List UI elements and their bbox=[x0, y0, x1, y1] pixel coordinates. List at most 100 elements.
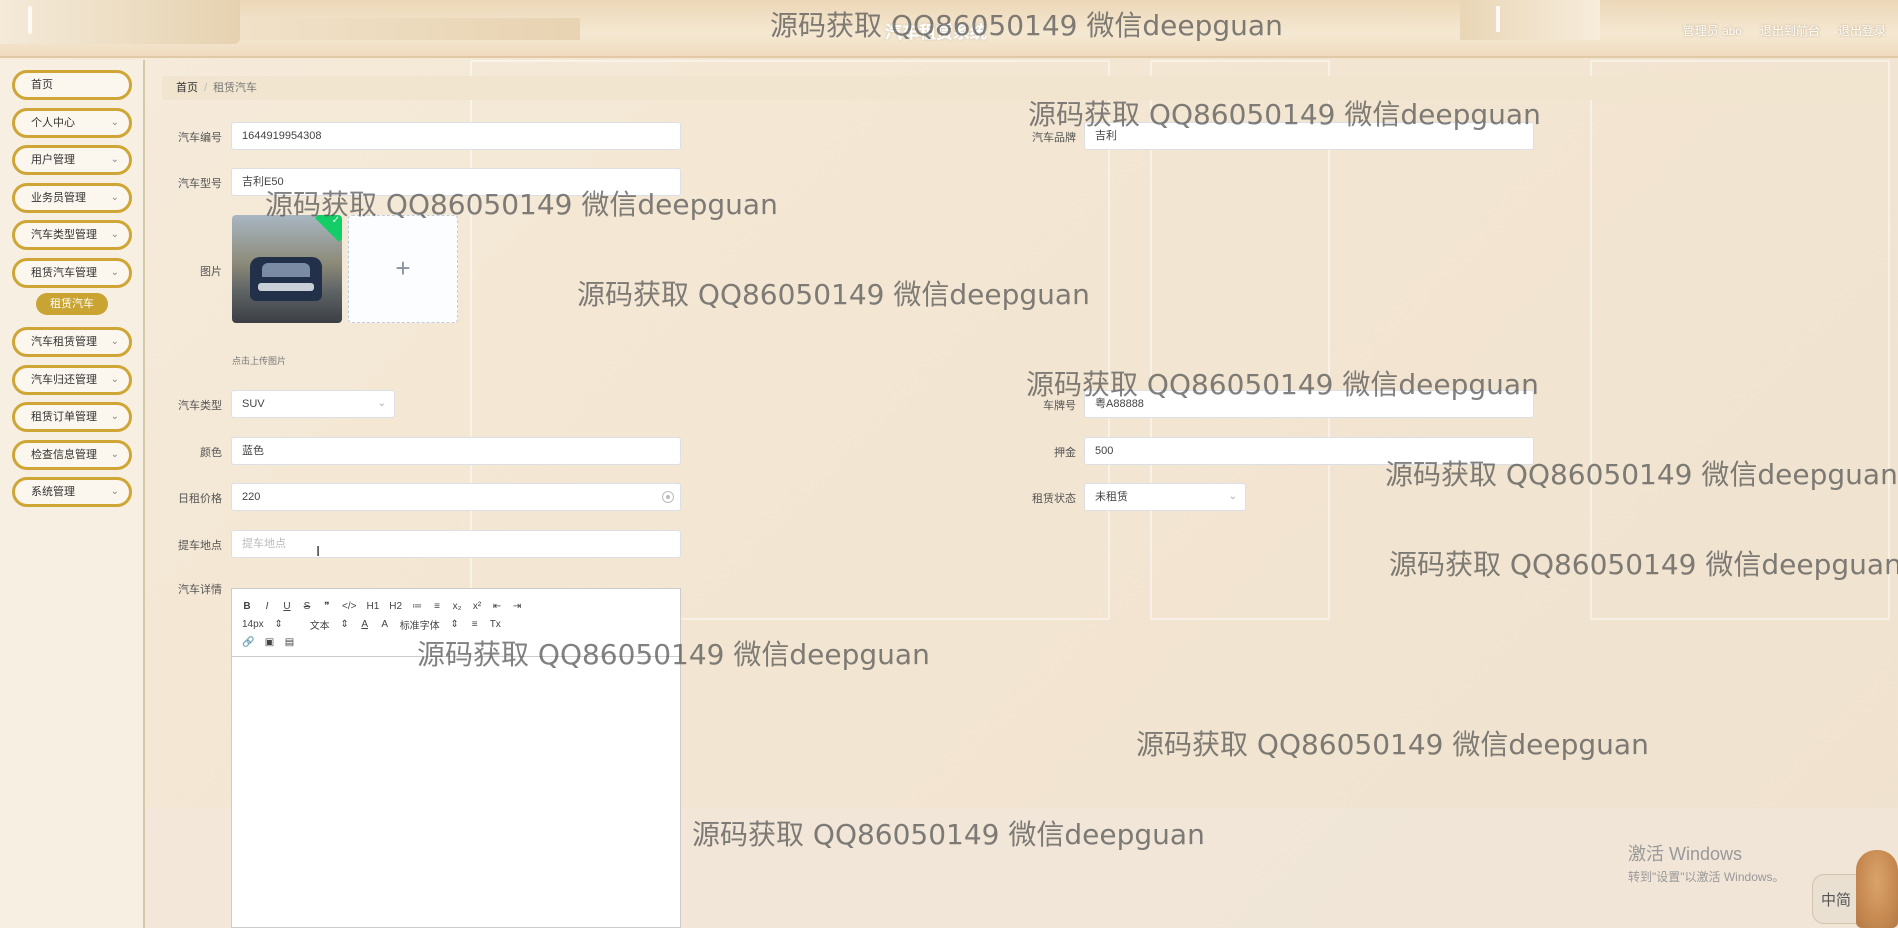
header-decoration bbox=[0, 0, 240, 44]
chevron-down-icon: ⌄ bbox=[110, 229, 119, 240]
car-photo[interactable]: ✓ bbox=[232, 215, 342, 323]
type-select-value: SUV bbox=[242, 398, 265, 410]
sidebar-item-salesman-management[interactable]: 业务员管理 ⌄ bbox=[12, 183, 132, 213]
sidebar-item-personal-center[interactable]: 个人中心 ⌄ bbox=[12, 108, 132, 138]
rent-status-value: 未租赁 bbox=[1095, 491, 1128, 503]
rent-status-label: 租赁状态 bbox=[1032, 493, 1076, 505]
chevron-down-icon: ⌄ bbox=[110, 267, 119, 278]
detail-label: 汽车详情 bbox=[178, 584, 222, 596]
windows-activation-title: 激活 Windows bbox=[1628, 844, 1743, 864]
paragraph-select[interactable]: 文本 bbox=[310, 617, 330, 632]
chevron-updown-icon: ⇕ bbox=[274, 618, 283, 630]
pickup-label: 提车地点 bbox=[178, 540, 222, 552]
chevron-down-icon: ⌄ bbox=[110, 486, 119, 497]
editor-toolbar-row: B I U S ❞ </> H1 H2 ≔ ≡ x₂ x² ⇤ ⇥ bbox=[242, 597, 670, 615]
daily-price-label: 日租价格 bbox=[178, 493, 222, 505]
breadcrumb: 首页 / 租赁汽车 bbox=[162, 76, 1888, 100]
sidebar-item-inspection-management[interactable]: 检查信息管理 ⌄ bbox=[12, 440, 132, 470]
pickup-input[interactable]: 提车地点 bbox=[231, 530, 681, 558]
text-cursor-icon: I bbox=[316, 543, 321, 560]
sidebar-item-label: 个人中心 bbox=[31, 117, 75, 129]
back-to-frontend-link[interactable]: 退出到前台 bbox=[1760, 22, 1820, 39]
chevron-down-icon: ⌄ bbox=[110, 449, 119, 460]
upload-hint: 点击上传图片 bbox=[232, 356, 287, 366]
font-size-select[interactable]: 14px bbox=[242, 619, 264, 630]
car-image bbox=[250, 257, 322, 301]
sidebar-item-label: 检查信息管理 bbox=[31, 449, 97, 461]
sidebar-item-order-management[interactable]: 租赁订单管理 ⌄ bbox=[12, 402, 132, 432]
mascot-image bbox=[1856, 850, 1898, 928]
chevron-down-icon: ⌄ bbox=[110, 117, 119, 128]
video-icon[interactable]: ▤ bbox=[284, 637, 294, 648]
font-family-select[interactable]: 标准字体 bbox=[400, 617, 440, 632]
ordered-list-icon[interactable]: ≔ bbox=[412, 601, 422, 612]
chevron-down-icon: ⌄ bbox=[110, 192, 119, 203]
watermark: 源码获取 QQ86050149 微信deepguan bbox=[770, 9, 1283, 42]
watermark: 源码获取 QQ86050149 微信deepguan bbox=[577, 278, 1090, 311]
link-icon[interactable]: 🔗 bbox=[242, 637, 254, 648]
type-select[interactable]: SUV ⌄ bbox=[231, 390, 395, 418]
sidebar-item-car-rental-management[interactable]: 汽车租赁管理 ⌄ bbox=[12, 327, 132, 357]
align-icon[interactable]: ≡ bbox=[470, 619, 480, 630]
windows-activation-hint: 转到"设置"以激活 Windows。 bbox=[1628, 870, 1785, 884]
code-icon[interactable]: </> bbox=[342, 601, 356, 612]
deposit-label: 押金 bbox=[1054, 447, 1076, 459]
clear-format-icon[interactable]: Tx bbox=[490, 619, 501, 630]
sidebar-item-label: 系统管理 bbox=[31, 486, 75, 498]
watermark: 源码获取 QQ86050149 微信deepguan bbox=[1028, 98, 1541, 131]
sidebar-item-label: 汽车租赁管理 bbox=[31, 336, 97, 348]
italic-icon[interactable]: I bbox=[262, 601, 272, 612]
sidebar-item-label: 首页 bbox=[31, 79, 53, 91]
heading2-icon[interactable]: H2 bbox=[389, 601, 402, 612]
sidebar-item-rental-car-management[interactable]: 租赁汽车管理 ⌄ bbox=[12, 258, 132, 288]
sidebar-item-label: 业务员管理 bbox=[31, 192, 86, 204]
sidebar-item-label: 汽车类型管理 bbox=[31, 229, 97, 241]
watermark: 源码获取 QQ86050149 微信deepguan bbox=[1389, 548, 1898, 581]
background-panel bbox=[1590, 60, 1890, 620]
font-color-icon[interactable]: A bbox=[360, 619, 370, 630]
strikethrough-icon[interactable]: S bbox=[302, 601, 312, 612]
bold-icon[interactable]: B bbox=[242, 601, 252, 612]
sidebar-item-home[interactable]: 首页 bbox=[12, 70, 132, 100]
clear-icon[interactable] bbox=[662, 491, 674, 503]
superscript-icon[interactable]: x² bbox=[472, 601, 482, 612]
sidebar-item-car-return-management[interactable]: 汽车归还管理 ⌄ bbox=[12, 365, 132, 395]
chevron-updown-icon: ⇕ bbox=[340, 618, 349, 630]
chevron-down-icon: ⌄ bbox=[110, 411, 119, 422]
blockquote-icon[interactable]: ❞ bbox=[322, 601, 332, 612]
sidebar-item-label: 用户管理 bbox=[31, 154, 75, 166]
admin-label: 管理员 abo bbox=[1682, 24, 1742, 38]
watermark: 源码获取 QQ86050149 微信deepguan bbox=[417, 638, 930, 671]
heading1-icon[interactable]: H1 bbox=[366, 601, 379, 612]
chevron-down-icon: ⌄ bbox=[377, 398, 386, 409]
chevron-down-icon: ⌄ bbox=[110, 374, 119, 385]
logout-link[interactable]: 退出登录 bbox=[1838, 22, 1886, 39]
watermark: 源码获取 QQ86050149 微信deepguan bbox=[692, 818, 1205, 851]
sidebar-item-label: 汽车归还管理 bbox=[31, 374, 97, 386]
image-icon[interactable]: ▣ bbox=[264, 637, 274, 648]
color-input[interactable]: 蓝色 bbox=[231, 437, 681, 465]
sidebar-item-car-type-management[interactable]: 汽车类型管理 ⌄ bbox=[12, 220, 132, 250]
upload-button[interactable]: + bbox=[348, 215, 458, 323]
sidebar-subitem-rental-car[interactable]: 租赁汽车 bbox=[36, 293, 108, 315]
chevron-down-icon: ⌄ bbox=[110, 154, 119, 165]
watermark: 源码获取 QQ86050149 微信deepguan bbox=[1385, 458, 1898, 491]
outdent-icon[interactable]: ⇤ bbox=[492, 601, 502, 612]
watermark: 源码获取 QQ86050149 微信deepguan bbox=[265, 188, 778, 221]
sidebar: 首页 个人中心 ⌄ 用户管理 ⌄ 业务员管理 ⌄ 汽车类型管理 ⌄ 租赁汽车管理 ⌄ 租赁… bbox=[0, 60, 145, 928]
sidebar-item-system-management[interactable]: 系统管理 ⌄ bbox=[12, 477, 132, 507]
bullet-list-icon[interactable]: ≡ bbox=[432, 601, 442, 612]
plus-icon: + bbox=[395, 253, 411, 283]
model-label: 汽车型号 bbox=[178, 178, 222, 190]
sidebar-item-user-management[interactable]: 用户管理 ⌄ bbox=[12, 145, 132, 175]
image-label: 图片 bbox=[200, 266, 222, 278]
underline-icon[interactable]: U bbox=[282, 601, 292, 612]
editor-toolbar-row: 14px ⇕ 文本 ⇕ A A 标准字体 ⇕ ≡ Tx bbox=[242, 615, 670, 633]
subscript-icon[interactable]: x₂ bbox=[452, 601, 462, 612]
breadcrumb-home[interactable]: 首页 bbox=[176, 82, 198, 94]
daily-price-input[interactable]: 220 bbox=[231, 483, 681, 511]
rent-status-select[interactable]: 未租赁 ⌄ bbox=[1084, 483, 1246, 511]
background-color-icon[interactable]: A bbox=[380, 619, 390, 630]
car-no-input[interactable]: 1644919954308 bbox=[231, 122, 681, 150]
indent-icon[interactable]: ⇥ bbox=[512, 601, 522, 612]
